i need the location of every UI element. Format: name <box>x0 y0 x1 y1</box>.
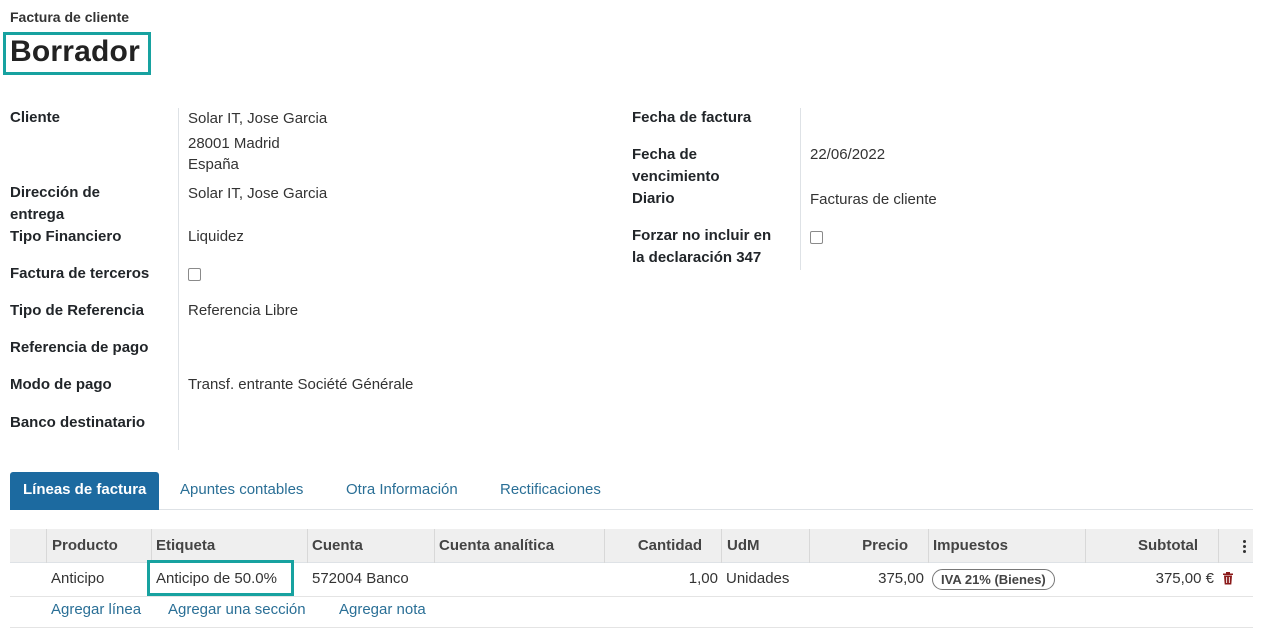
vencimiento-value[interactable]: 22/06/2022 <box>810 144 885 165</box>
table-row[interactable]: Anticipo Anticipo de 50.0% 572004 Banco … <box>10 560 1253 597</box>
forzar-347-label-line1: Forzar no incluir en <box>632 227 772 244</box>
column-header-impuestos[interactable]: Impuestos <box>933 529 1008 563</box>
column-header-cantidad[interactable]: Cantidad <box>610 529 702 563</box>
factura-terceros-label: Factura de terceros <box>10 265 150 282</box>
tab-lineas-factura[interactable]: Líneas de factura <box>10 472 160 510</box>
column-separator <box>151 529 152 563</box>
cliente-label: Cliente <box>10 109 61 126</box>
tax-badge[interactable]: IVA 21% (Bienes) <box>932 569 1055 590</box>
page-title: Borrador <box>10 35 140 68</box>
diario-label: Diario <box>632 190 675 207</box>
column-header-producto[interactable]: Producto <box>52 529 118 563</box>
entrega-label-line2: entrega <box>10 206 65 223</box>
column-separator <box>46 529 47 563</box>
tipo-referencia-value[interactable]: Referencia Libre <box>188 300 298 321</box>
column-header-etiqueta[interactable]: Etiqueta <box>156 529 215 563</box>
column-separator <box>604 529 605 563</box>
tipo-referencia-label: Tipo de Referencia <box>10 302 144 319</box>
cell-producto[interactable]: Anticipo <box>51 563 104 597</box>
column-separator <box>928 529 929 563</box>
column-separator <box>434 529 435 563</box>
modo-pago-label: Modo de pago <box>10 376 112 393</box>
fecha-factura-label: Fecha de factura <box>632 109 752 126</box>
tipo-financiero-value[interactable]: Liquidez <box>188 226 244 247</box>
cliente-link[interactable]: Solar IT, Jose Garcia <box>188 108 327 129</box>
tab-apuntes-contables[interactable]: Apuntes contables <box>180 472 303 510</box>
add-line-link[interactable]: Agregar línea <box>51 601 141 618</box>
cliente-address-line2: España <box>188 156 239 173</box>
trash-icon[interactable] <box>1222 572 1234 585</box>
tab-otra-informacion[interactable]: Otra Información <box>346 472 458 510</box>
tab-rectificaciones[interactable]: Rectificaciones <box>500 472 601 510</box>
column-header-subtotal[interactable]: Subtotal <box>1090 529 1198 563</box>
cell-cuenta[interactable]: 572004 Banco <box>312 563 409 597</box>
right-column-divider <box>800 108 801 270</box>
cell-udm[interactable]: Unidades <box>726 563 789 597</box>
column-header-udm[interactable]: UdM <box>727 529 760 563</box>
vencimiento-label-line1: Fecha de <box>632 146 698 163</box>
forzar-347-label-line2: la declaración 347 <box>632 249 762 266</box>
notebook-tabs: Líneas de factura Apuntes contables Otra… <box>10 472 1253 510</box>
add-section-link[interactable]: Agregar una sección <box>168 601 306 618</box>
entrega-link[interactable]: Solar IT, Jose Garcia <box>188 183 327 204</box>
banco-destinatario-label: Banco destinatario <box>10 414 146 431</box>
cell-cantidad[interactable]: 1,00 <box>610 563 718 597</box>
vencimiento-label-line2: vencimiento <box>632 168 720 185</box>
factura-terceros-checkbox[interactable] <box>188 268 201 281</box>
forzar-347-checkbox[interactable] <box>810 231 823 244</box>
diario-link[interactable]: Facturas de cliente <box>810 189 937 210</box>
column-header-cuenta-analitica[interactable]: Cuenta analítica <box>439 529 554 563</box>
column-separator <box>809 529 810 563</box>
column-header-precio[interactable]: Precio <box>815 529 908 563</box>
column-separator <box>721 529 722 563</box>
modo-pago-value[interactable]: Transf. entrante Société Générale <box>188 374 413 395</box>
referencia-pago-label: Referencia de pago <box>10 339 149 356</box>
cliente-address-line1: 28001 Madrid <box>188 135 280 152</box>
invoice-lines-header: Producto Etiqueta Cuenta Cuenta analític… <box>10 529 1253 563</box>
optional-columns-kebab-icon[interactable] <box>1240 539 1250 553</box>
cell-subtotal: 375,00 € <box>1155 570 1214 587</box>
cell-precio[interactable]: 375,00 <box>815 563 924 597</box>
column-separator <box>1085 529 1086 563</box>
column-separator <box>1218 529 1219 563</box>
document-type-label: Factura de cliente <box>10 9 130 25</box>
cell-etiqueta[interactable]: Anticipo de 50.0% <box>156 563 277 597</box>
entrega-label-line1: Dirección de <box>10 184 101 201</box>
tipo-financiero-label: Tipo Financiero <box>10 228 122 245</box>
column-header-cuenta[interactable]: Cuenta <box>312 529 363 563</box>
left-column-divider <box>178 108 179 450</box>
column-separator <box>307 529 308 563</box>
add-note-link[interactable]: Agregar nota <box>339 601 426 618</box>
add-lines-row: Agregar línea Agregar una sección Agrega… <box>10 597 1253 628</box>
